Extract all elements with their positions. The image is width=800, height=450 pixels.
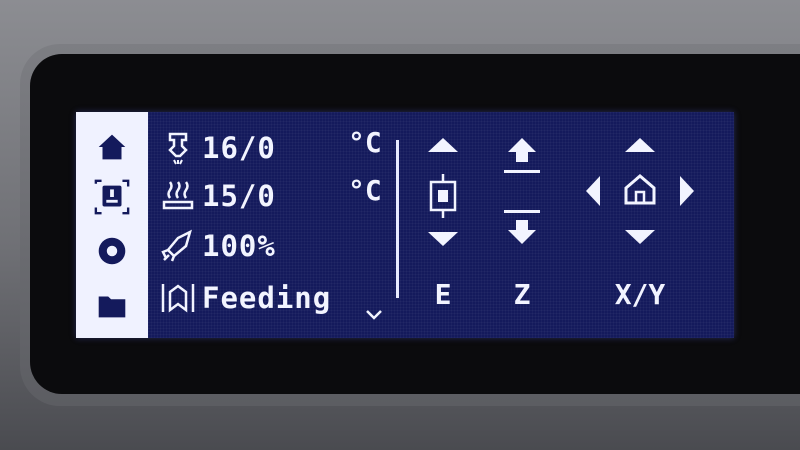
e-axis-label: E [434,278,452,311]
heated-bed-icon [162,181,194,210]
bed-temp-row: 15/0 [160,176,276,216]
speed-row: 100% [160,226,276,266]
z-down-arrow-icon[interactable] [502,208,542,248]
bed-temp-unit: °C [348,174,382,207]
xy-axis-label: X/Y [614,278,666,311]
feeding-icon [161,284,195,313]
nozzle-temp-value: 16/0 [202,131,276,165]
y-down-arrow-icon[interactable] [623,228,657,246]
panel-divider [396,140,399,298]
z-axis-label: Z [513,278,531,311]
speed-rocket-icon [161,229,192,262]
xy-home-icon[interactable] [622,172,658,206]
e-down-arrow-icon[interactable] [426,230,460,248]
extruder-icon [429,174,457,218]
printer-control-icon [94,179,130,215]
nozzle-icon [168,132,188,165]
bed-temp-value: 15/0 [202,179,276,213]
x-left-arrow-icon[interactable] [584,174,602,208]
z-up-arrow-icon[interactable] [502,136,542,176]
settings-gear-icon [98,237,126,265]
sidebar-item-control[interactable] [76,170,148,224]
scroll-down-chevron-icon[interactable] [364,308,384,322]
lcd-screen: 16/0 °C 15/0 °C 100% Feeding E Z X/Y [76,112,734,338]
nozzle-temp-unit: °C [348,126,382,159]
y-up-arrow-icon[interactable] [623,136,657,154]
nozzle-temp-row: 16/0 [160,128,276,168]
speed-value: 100% [202,229,276,263]
e-up-arrow-icon[interactable] [426,136,460,154]
x-right-arrow-icon[interactable] [678,174,696,208]
folder-icon [98,296,126,318]
sidebar-item-files[interactable] [76,278,148,332]
print-state-value: Feeding [202,281,332,315]
home-icon [98,134,126,160]
print-state-row: Feeding [160,278,331,318]
sidebar [76,112,148,338]
sidebar-item-settings[interactable] [76,224,148,278]
sidebar-item-home[interactable] [76,120,148,174]
